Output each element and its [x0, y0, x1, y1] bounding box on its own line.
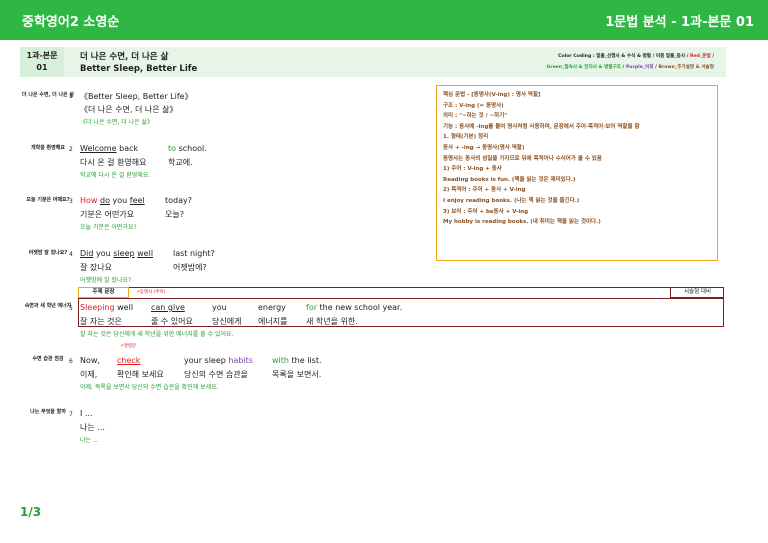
grammar-line: 동사 + -ing → 동명사(명사 역할)	[443, 144, 525, 151]
sentence-7-en: I ...	[80, 409, 93, 418]
sentence-6-ko-d: 목록을 보면서.	[272, 370, 322, 379]
sentence-6-en-a: Now,	[80, 356, 100, 365]
sentence-number-4: 4	[69, 251, 73, 258]
lesson-title-bar: 1과-본문 01 더 나은 수면, 더 나은 삶 Better Sleep, B…	[20, 47, 726, 77]
sentence-2-en-b: to school.	[168, 144, 207, 153]
gerund-subject-note: ↗동명사 (주어)	[136, 290, 166, 295]
sentence-6-en-c: your sleep habits	[184, 356, 253, 365]
sentence-3-translation: 오늘 기분은 어떤가요?	[80, 224, 137, 231]
sentence-5-translation: 잘 자는 것은 당신에게 새 학년을 위한 에너지를 줄 수 있어요.	[80, 331, 234, 338]
grammar-line: 의미 : "~하는 것 / ~하기"	[443, 113, 508, 120]
grammar-line: 3) 보어 : 주어 + be동사 + V-ing	[443, 208, 529, 215]
sentence-2-translation: 학교에 다시 온 걸 환영해요.	[80, 172, 151, 179]
sentence-number-6: 6	[69, 358, 73, 365]
sentence-7-translation: 나는 ...	[80, 437, 99, 444]
page-indicator: 1/3	[20, 505, 42, 519]
grammar-explanation-box: 핵심 문법 - [동명사(V-ing) : 명사 역할] 구조 : V-ing …	[436, 85, 718, 261]
summary-6: 수면 습관 점검	[32, 356, 64, 362]
sentence-2-en: Welcome back	[80, 144, 139, 153]
summary-3: 오늘 기분은 어때요?	[26, 197, 70, 203]
grammar-line: My hobby is reading books. (내 취미는 책을 읽는 …	[443, 219, 601, 226]
sentence-4-ko-b: 어젯밤에?	[173, 263, 207, 272]
title-english: Better Sleep, Better Life	[80, 64, 198, 74]
summary-7: 나는 무엇을 할까	[30, 409, 66, 415]
sentence-5-ko-b: 줄 수 있어요	[151, 317, 193, 326]
sentence-7-ko: 나는 ...	[80, 423, 105, 432]
sentence-5-en-c: you	[212, 303, 227, 312]
sentence-5-en-e: for the new school year.	[306, 303, 403, 312]
color-coding-line-2: Green_접속사 & 전치사 & 병렬구조 / Purple_어휘 / Bro…	[546, 65, 714, 70]
grammar-line: I enjoy reading books. (나는 책 읽는 것을 즐긴다.)	[443, 197, 580, 204]
sentence-1-en: 《Better Sleep, Better Life》	[80, 92, 193, 101]
sentence-1-ko: 《더 나은 수면, 더 나은 삶》	[80, 105, 178, 114]
summary-4: 어젯밤 잘 잤나요?	[28, 250, 68, 256]
sentence-1-translation: 《더 나은 수면, 더 나은 삶》	[80, 119, 154, 126]
grammar-line: 구조 : V-ing (= 동명사)	[443, 102, 504, 109]
sentence-4-ko-a: 잘 잤나요	[80, 263, 112, 272]
grammar-line: 1. 형태(기본) 정리	[443, 134, 489, 141]
sentence-5-en-d: energy	[258, 303, 286, 312]
grammar-line: Reading books is fun. (책을 읽는 것은 재미있다.)	[443, 176, 576, 183]
key-sentence-label: 주제 문장	[78, 287, 129, 298]
descriptive-label: 서술형 대비	[670, 287, 724, 298]
sentence-6-en-b: check	[117, 356, 141, 365]
sentence-5-en-a: Sleeping well	[80, 303, 134, 312]
grammar-line: 기능 : 동사에 -ing를 붙여 명사처럼 사용하며, 문장에서 주어·목적어…	[443, 123, 640, 130]
sentence-number-2: 2	[69, 146, 73, 153]
sentence-2-ko-b: 학교에.	[168, 158, 193, 167]
imperative-note: ↗명령문	[120, 344, 137, 349]
sentence-4-en-b: last night?	[173, 249, 215, 258]
title-korean: 더 나은 수면, 더 나은 삶	[80, 52, 169, 62]
sentence-4-en: Did you sleep well	[80, 249, 154, 258]
book-title: 중학영어2 소영순	[22, 15, 120, 30]
sentence-6-en-d: with the list.	[272, 356, 322, 365]
sentence-number-7: 7	[69, 411, 73, 418]
lesson-label: 1과-본문 01	[20, 47, 64, 77]
summary-2: 개학을 환영해요	[31, 145, 65, 151]
sentence-4-translation: 어젯밤에 잘 잤나요?	[80, 277, 132, 284]
summary-1: 더 나은 수면, 더 나은 삶	[22, 92, 75, 98]
sentence-5-ko-d: 에너지를	[258, 317, 288, 326]
sentence-6-ko-a: 이제,	[80, 370, 98, 379]
sentence-5-ko-c: 당신에게	[212, 317, 242, 326]
sentence-6-translation: 이제, 목록을 보면서 당신의 수면 습관을 확인해 보세요.	[80, 384, 219, 391]
page-heading: 1문법 분석 - 1과-본문 01	[605, 15, 754, 30]
sentence-3-ko-a: 기분은 어떤가요	[80, 210, 135, 219]
sentence-6-ko-c: 당신의 수면 습관을	[184, 370, 248, 379]
sentence-3-ko-b: 오늘?	[165, 210, 184, 219]
sentence-6-ko-b: 확인해 보세요	[117, 370, 164, 379]
sentence-5-ko-a: 잘 자는 것은	[80, 317, 122, 326]
grammar-line: 핵심 문법 - [동명사(V-ing) : 명사 역할]	[443, 92, 541, 98]
header-bar: 중학영어2 소영순 1문법 분석 - 1과-본문 01	[0, 0, 768, 40]
grammar-line: 2) 목적어 : 주어 + 동사 + V-ing	[443, 187, 526, 194]
summary-5: 숙면과 새 학년 에너지	[24, 303, 72, 309]
sentence-number-5: 5	[69, 305, 73, 312]
grammar-line: 1) 주어 : V-ing + 동사	[443, 166, 502, 173]
sentence-3-en: How do you feel	[80, 196, 145, 205]
grammar-line: 동명사는 동사의 성질을 가지므로 뒤에 목적어나 수식어가 올 수 있음	[443, 155, 602, 162]
sentence-2-ko-a: 다시 온 걸 환영해요	[80, 158, 147, 167]
sentence-3-en-b: today?	[165, 196, 192, 205]
color-coding-line-1: Color Coding : 밑줄_선행사 & 수식 & 병렬 / 이중 밑줄_…	[558, 54, 714, 59]
sentence-number-3: 3	[69, 198, 73, 205]
sentence-5-en-b: can give	[151, 303, 185, 312]
sentence-5-ko-e: 새 학년을 위한.	[306, 317, 358, 326]
key-sentence-divider	[78, 298, 724, 299]
sentence-number-1: 1	[69, 93, 73, 100]
